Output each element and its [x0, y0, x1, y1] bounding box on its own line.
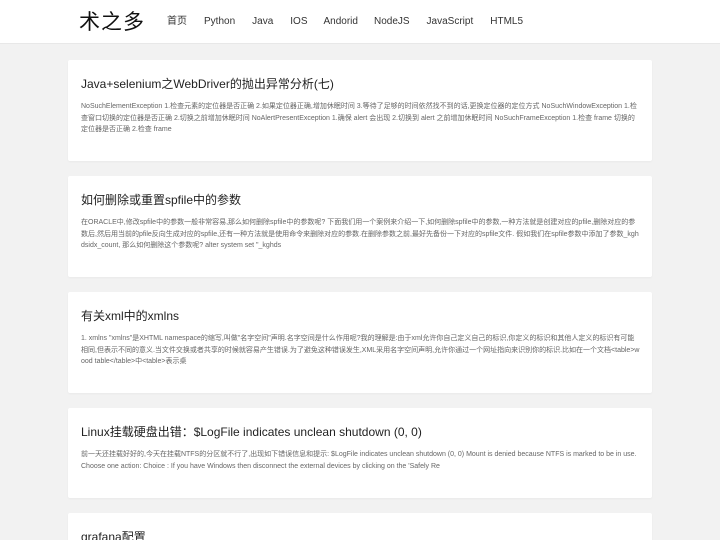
article-title[interactable]: 有关xml中的xmlns — [81, 308, 179, 324]
nav-item-javascript[interactable]: JavaScript — [427, 15, 474, 29]
article-excerpt: NoSuchElementException 1.检查元素的定位器是否正确 2.… — [81, 103, 637, 133]
article-title[interactable]: Java+selenium之WebDriver的抛出异常分析(七) — [81, 76, 334, 92]
nav-item-python[interactable]: Python — [204, 15, 235, 29]
article-excerpt: 前一天还挂载好好的,今天在挂载NTFS的分区就不行了,出现如下错误信息和提示: … — [81, 451, 637, 470]
article-card: 有关xml中的xmlns 1. xmlns "xmlns"是XHTML name… — [68, 292, 652, 393]
top-navigation-bar: 术之多 首页 Python Java IOS Andorid NodeJS Ja… — [0, 0, 720, 44]
article-card: Linux挂载硬盘出错：$LogFile indicates unclean s… — [68, 408, 652, 498]
nav-item-andorid[interactable]: Andorid — [324, 15, 358, 29]
article-excerpt: 1. xmlns "xmlns"是XHTML namespace的缩写,叫做"名… — [81, 335, 640, 365]
article-title[interactable]: grafana配置 — [81, 529, 146, 540]
article-card: 如何删除或重置spfile中的参数 在ORACLE中,修改spfile中的参数一… — [68, 176, 652, 277]
nav-item-home[interactable]: 首页 — [167, 15, 187, 29]
nav-item-java[interactable]: Java — [252, 15, 273, 29]
article-excerpt: 在ORACLE中,修改spfile中的参数一般非常容易,那么如何删除spfile… — [81, 219, 639, 249]
article-title[interactable]: 如何删除或重置spfile中的参数 — [81, 192, 241, 208]
nav-item-nodejs[interactable]: NodeJS — [374, 15, 410, 29]
nav-item-html5[interactable]: HTML5 — [490, 15, 523, 29]
main-nav: 首页 Python Java IOS Andorid NodeJS JavaSc… — [167, 15, 523, 29]
article-card: Java+selenium之WebDriver的抛出异常分析(七) NoSuch… — [68, 60, 652, 161]
article-card: grafana配置 — [68, 513, 652, 540]
article-title[interactable]: Linux挂载硬盘出错：$LogFile indicates unclean s… — [81, 424, 422, 440]
nav-item-ios[interactable]: IOS — [290, 15, 307, 29]
site-logo[interactable]: 术之多 — [79, 8, 145, 36]
